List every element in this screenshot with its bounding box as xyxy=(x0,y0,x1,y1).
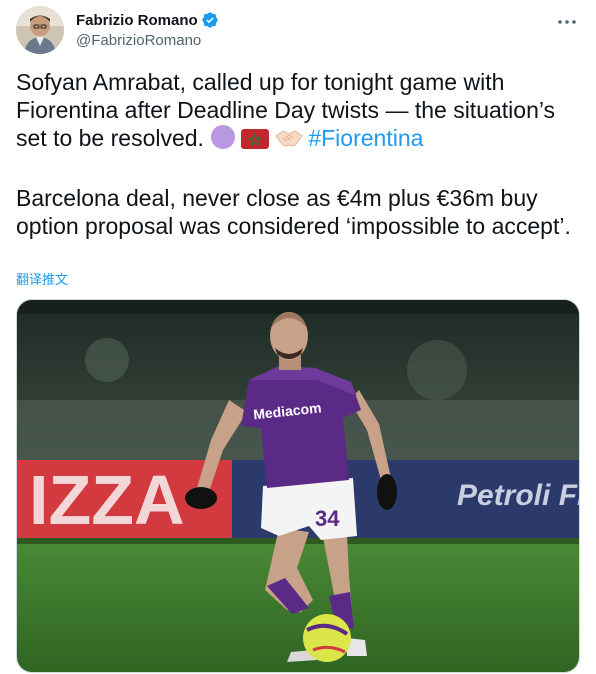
author-display-name[interactable]: Fabrizio Romano xyxy=(76,12,198,29)
tweet-header: Fabrizio Romano @FabrizioRomano xyxy=(16,6,580,54)
tweet-media-photo[interactable]: IZZA Petroli Firenze 34 xyxy=(16,299,580,673)
translate-tweet-link[interactable]: 翻译推文 xyxy=(16,269,68,288)
handshake-emoji xyxy=(274,126,304,156)
author-names: Fabrizio Romano @FabrizioRomano xyxy=(76,10,219,49)
board-left-text: IZZA xyxy=(29,461,185,539)
shirt-number: 34 xyxy=(315,506,340,531)
tweet-text: Sofyan Amrabat, called up for tonight ga… xyxy=(16,68,582,240)
hashtag-link[interactable]: #Fiorentina xyxy=(308,125,423,151)
tweet-card: Fabrizio Romano @FabrizioRomano Sofyan A… xyxy=(0,0,596,674)
player-photo: IZZA Petroli Firenze 34 xyxy=(17,300,580,672)
purple-circle-emoji xyxy=(210,124,236,156)
avatar-photo xyxy=(16,6,64,54)
avatar[interactable] xyxy=(16,6,64,54)
board-right-text: Petroli Firenze xyxy=(457,479,580,512)
more-horizontal-icon[interactable] xyxy=(556,12,578,32)
author-handle[interactable]: @FabrizioRomano xyxy=(76,32,219,49)
tweet-paragraph-1: Sofyan Amrabat, called up for tonight ga… xyxy=(16,68,582,156)
morocco-flag-emoji xyxy=(240,128,270,156)
tweet-paragraph-2: Barcelona deal, never close as €4m plus … xyxy=(16,185,571,239)
verified-badge-icon[interactable] xyxy=(201,11,219,29)
